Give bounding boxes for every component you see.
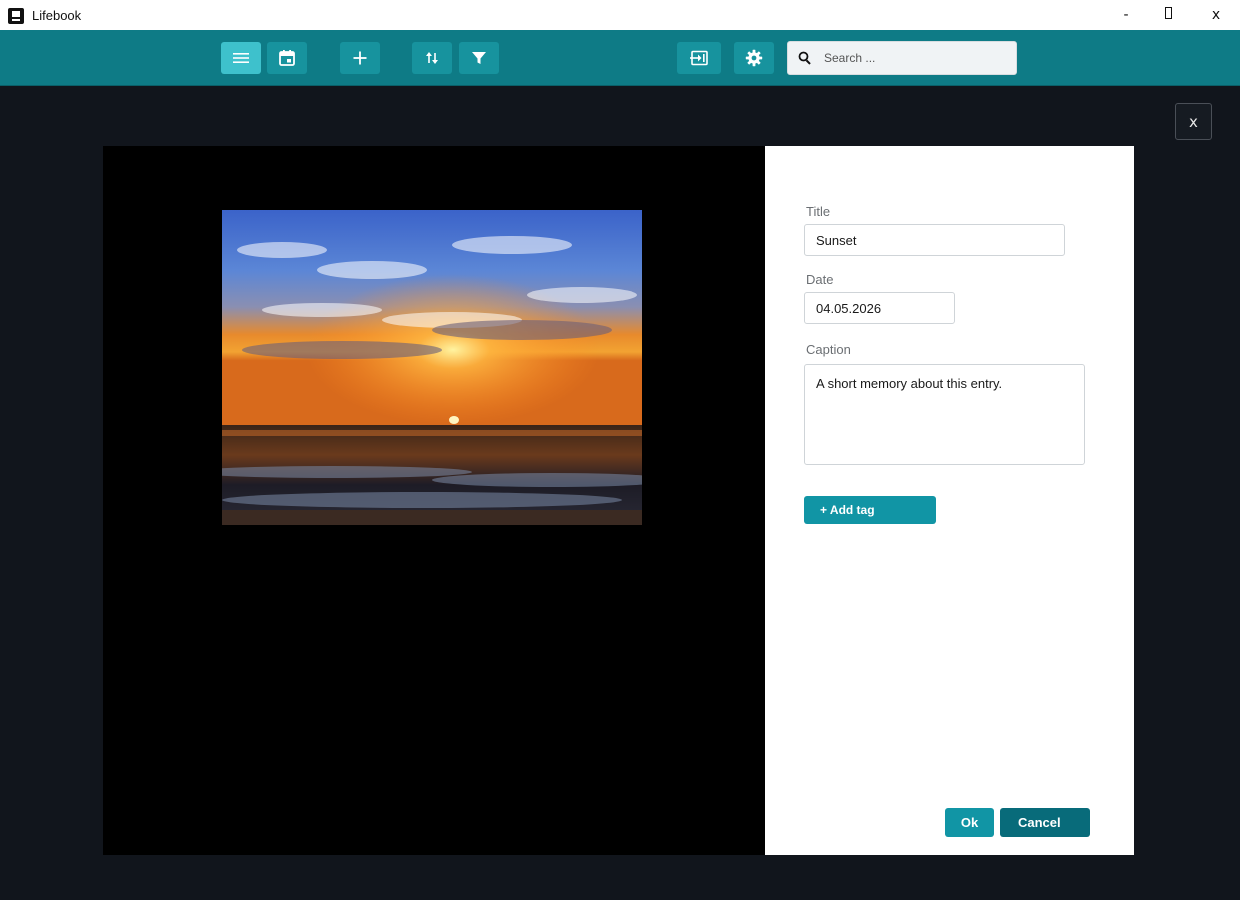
window-title: Lifebook: [32, 8, 82, 23]
settings-button[interactable]: [734, 42, 774, 74]
calendar-view-button[interactable]: [267, 42, 307, 74]
gear-icon: [745, 49, 763, 67]
import-button[interactable]: [677, 42, 721, 74]
list-view-button[interactable]: [221, 42, 261, 74]
ok-button[interactable]: Ok: [945, 808, 994, 837]
add-entry-button[interactable]: [340, 42, 380, 74]
filter-button[interactable]: [459, 42, 499, 74]
filter-icon: [472, 52, 486, 64]
list-icon: [233, 53, 249, 63]
maximize-icon: [1164, 7, 1172, 19]
import-icon: [690, 50, 708, 66]
minimize-button[interactable]: -: [1106, 0, 1146, 30]
sunset-photo-image: [222, 210, 642, 525]
caption-label: Caption: [806, 342, 851, 357]
plus-icon: [353, 51, 367, 65]
maximize-button[interactable]: [1148, 0, 1188, 30]
entry-edit-form: Title Date Caption A short memory about …: [765, 146, 1134, 855]
window-titlebar: Lifebook - x: [0, 0, 1240, 30]
calendar-icon: [279, 50, 295, 66]
window-close-button[interactable]: x: [1196, 0, 1236, 30]
main-toolbar: [0, 30, 1240, 86]
title-input[interactable]: [804, 224, 1065, 256]
date-input[interactable]: [804, 292, 955, 324]
date-label: Date: [806, 272, 834, 287]
modal-close-button[interactable]: x: [1175, 103, 1212, 140]
title-label: Title: [806, 204, 831, 219]
cancel-button[interactable]: Cancel: [1000, 808, 1090, 837]
add-tag-button[interactable]: + Add tag: [804, 496, 936, 524]
app-logo-icon: [8, 8, 24, 24]
search-input[interactable]: [818, 42, 1020, 74]
sort-button[interactable]: [412, 42, 452, 74]
caption-textarea[interactable]: A short memory about this entry.: [804, 364, 1085, 465]
sort-icon: [426, 52, 438, 64]
image-viewer: [103, 146, 765, 855]
search-box: [787, 41, 1020, 75]
search-icon: [798, 51, 811, 65]
entry-photo: [222, 210, 642, 525]
